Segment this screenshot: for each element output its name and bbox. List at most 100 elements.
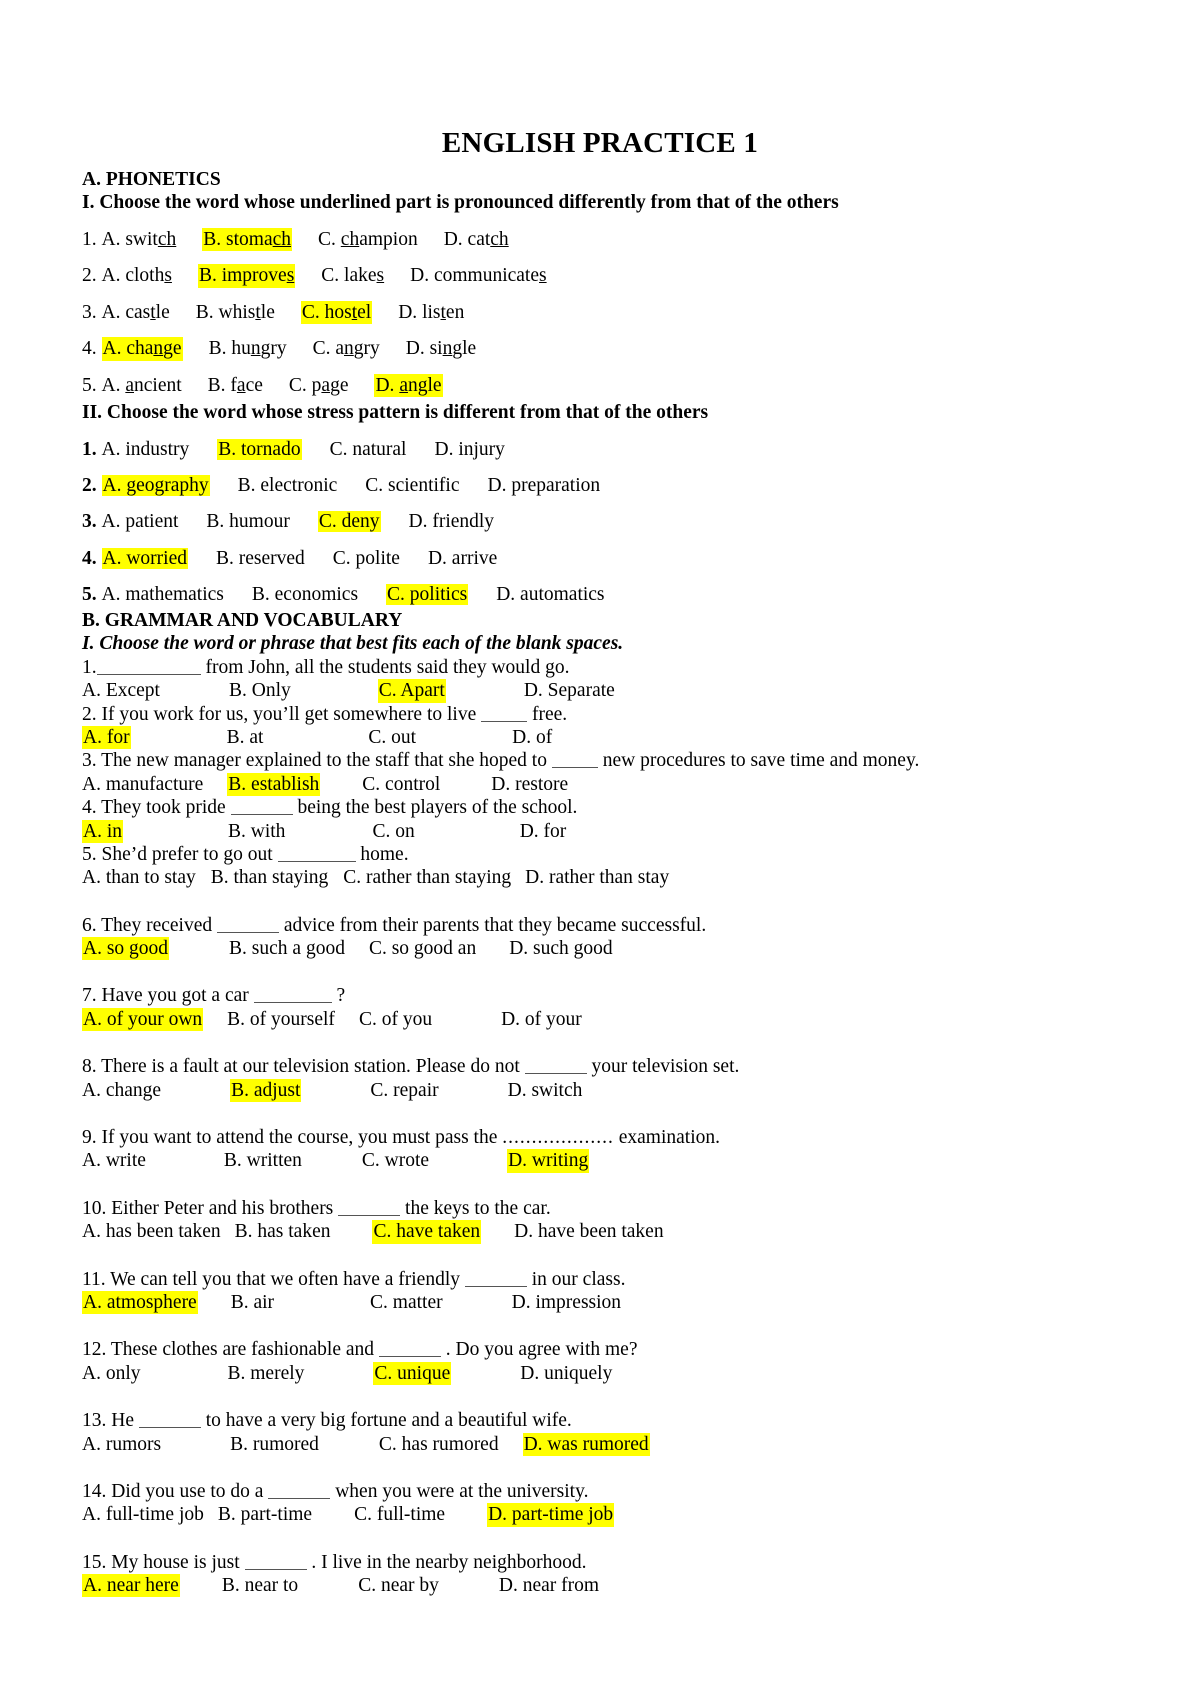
option-d[interactable]: D. was rumored: [522, 1432, 650, 1456]
option-d[interactable]: D. of your: [501, 1008, 582, 1031]
option-b[interactable]: B. hungry: [209, 337, 287, 360]
option-b[interactable]: B. near to: [222, 1574, 298, 1597]
option-c[interactable]: C. near by: [358, 1574, 439, 1597]
option-d[interactable]: D. impression: [512, 1291, 621, 1314]
option-b[interactable]: B. electronic: [238, 475, 338, 496]
option-c[interactable]: C. repair: [370, 1079, 438, 1102]
option-c[interactable]: C. polite: [333, 548, 400, 569]
option-a[interactable]: A. so good: [82, 937, 170, 961]
option-a[interactable]: A. only: [82, 1362, 141, 1385]
option-d[interactable]: D. automatics: [496, 584, 604, 605]
option-d[interactable]: D. Separate: [524, 679, 615, 702]
option-b[interactable]: B. reserved: [216, 548, 305, 569]
option-d[interactable]: D. arrive: [428, 548, 497, 569]
option-c[interactable]: C. scientific: [365, 475, 459, 496]
option-d[interactable]: D. angle: [374, 373, 443, 398]
option-b[interactable]: B. tornado: [217, 438, 302, 460]
option-b[interactable]: B. at: [227, 726, 264, 749]
option-a[interactable]: A. rumors: [82, 1433, 161, 1456]
option-a[interactable]: A. atmosphere: [82, 1290, 198, 1315]
option-a[interactable]: A. switch: [102, 228, 177, 251]
option-c[interactable]: C. control: [362, 773, 440, 796]
option-a[interactable]: A. write: [82, 1149, 146, 1172]
option-a[interactable]: A. cloths: [102, 264, 172, 287]
option-d[interactable]: D. communicates: [410, 264, 546, 287]
option-d[interactable]: D. switch: [508, 1079, 583, 1102]
option-c[interactable]: C. Apart: [377, 679, 446, 703]
option-b[interactable]: B. humour: [206, 511, 289, 532]
option-d[interactable]: D. single: [406, 337, 476, 360]
option-b[interactable]: B. stomach: [202, 228, 293, 252]
option-b[interactable]: B. part-time: [218, 1503, 312, 1526]
option-a[interactable]: A. castle: [102, 301, 170, 324]
option-b[interactable]: B. of yourself: [227, 1008, 335, 1031]
option-d[interactable]: D. writing: [507, 1149, 590, 1173]
option-c[interactable]: C. natural: [330, 439, 407, 460]
option-b[interactable]: B. with: [228, 820, 285, 843]
option-a[interactable]: A. industry: [102, 439, 190, 460]
option-b[interactable]: B. rumored: [230, 1433, 319, 1456]
option-a[interactable]: A. has been taken: [82, 1220, 221, 1243]
option-c[interactable]: C. deny: [317, 511, 381, 533]
option-b[interactable]: B. has taken: [235, 1220, 331, 1243]
option-b[interactable]: B. such a good: [229, 937, 345, 960]
option-c[interactable]: C. has rumored: [379, 1433, 499, 1456]
option-c[interactable]: C. politics: [386, 584, 469, 606]
option-d[interactable]: D. near from: [499, 1574, 599, 1597]
option-d[interactable]: D. catch: [444, 228, 509, 251]
option-d[interactable]: D. have been taken: [514, 1220, 663, 1243]
option-c[interactable]: C. lakes: [321, 264, 384, 287]
option-c[interactable]: C. of you: [359, 1008, 432, 1031]
option-c[interactable]: C. on: [372, 820, 414, 843]
option-d[interactable]: D. uniquely: [520, 1362, 612, 1385]
option-a[interactable]: A. ancient: [102, 374, 182, 397]
option-d[interactable]: D. part-time job: [487, 1503, 615, 1527]
option-b[interactable]: B. establish: [227, 772, 321, 797]
option-a[interactable]: A. change: [82, 1079, 161, 1102]
option-d[interactable]: D. for: [520, 820, 567, 843]
option-d[interactable]: D. friendly: [409, 511, 495, 532]
option-c[interactable]: C. so good an: [369, 937, 476, 960]
option-c[interactable]: C. angry: [313, 337, 380, 360]
option-d[interactable]: D. of: [512, 726, 552, 749]
option-d[interactable]: D. injury: [434, 439, 504, 460]
option-b[interactable]: B. air: [231, 1291, 274, 1314]
option-a[interactable]: A. manufacture: [82, 773, 203, 796]
option-c[interactable]: C. full-time: [354, 1503, 445, 1526]
option-b[interactable]: B. Only: [229, 679, 291, 702]
option-a[interactable]: A. of your own: [82, 1007, 204, 1032]
option-b[interactable]: B. whistle: [196, 301, 275, 324]
option-a[interactable]: A. near here: [82, 1574, 180, 1598]
option-a[interactable]: A. change: [101, 337, 183, 361]
option-a[interactable]: A. for: [82, 725, 131, 750]
option-b[interactable]: B. written: [224, 1149, 302, 1172]
option-d[interactable]: D. listen: [398, 301, 464, 324]
option-b[interactable]: B. economics: [252, 584, 358, 605]
option-d[interactable]: D. preparation: [488, 475, 601, 496]
option-c[interactable]: C. matter: [370, 1291, 443, 1314]
option-c[interactable]: C. have taken: [372, 1220, 482, 1244]
option-a[interactable]: A. than to stay: [82, 866, 196, 889]
option-c[interactable]: C. page: [289, 374, 349, 397]
option-b[interactable]: B. merely: [228, 1362, 305, 1385]
option-a[interactable]: A. geography: [101, 475, 210, 497]
option-c[interactable]: C. rather than staying: [343, 866, 511, 889]
option-d[interactable]: D. restore: [491, 773, 568, 796]
option-b[interactable]: B. than staying: [211, 866, 329, 889]
option-a[interactable]: A. patient: [102, 511, 179, 532]
option-b[interactable]: B. improves: [197, 264, 296, 288]
option-b[interactable]: B. adjust: [230, 1078, 302, 1103]
option-d[interactable]: D. rather than stay: [525, 866, 669, 889]
option-b[interactable]: B. face: [208, 374, 263, 397]
option-c[interactable]: C. out: [368, 726, 416, 749]
option-a[interactable]: A. full-time job: [82, 1503, 204, 1526]
option-c[interactable]: C. unique: [373, 1361, 452, 1386]
option-a[interactable]: A. worried: [101, 547, 188, 569]
option-a[interactable]: A. in: [82, 819, 123, 843]
option-c[interactable]: C. champion: [318, 228, 418, 251]
option-c[interactable]: C. wrote: [362, 1149, 429, 1172]
option-a[interactable]: A. Except: [82, 679, 160, 702]
option-a[interactable]: A. mathematics: [102, 584, 224, 605]
option-c[interactable]: C. hostel: [300, 300, 373, 325]
option-d[interactable]: D. such good: [509, 937, 612, 960]
